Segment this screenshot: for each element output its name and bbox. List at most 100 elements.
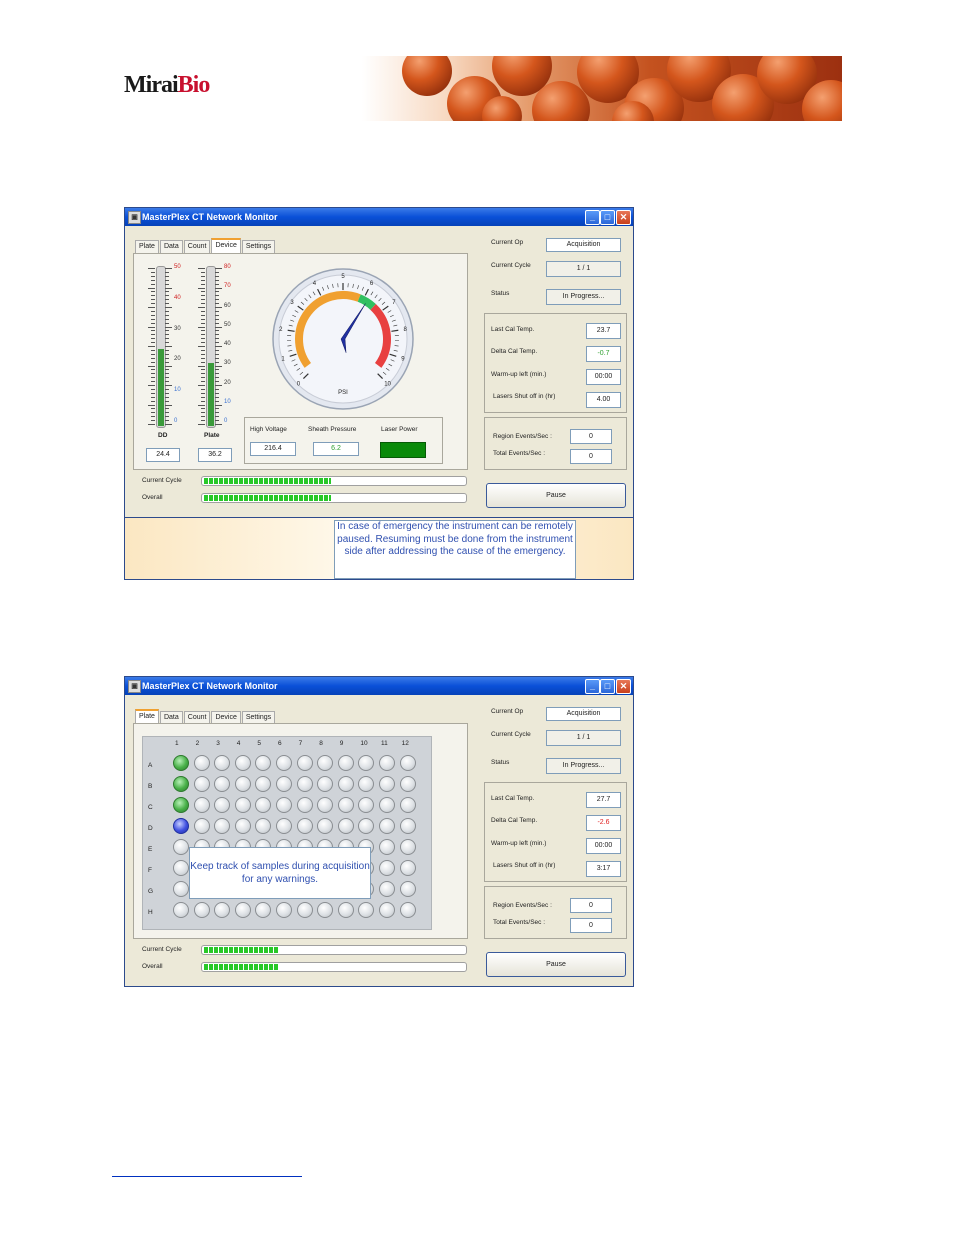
plate-well[interactable] [358,818,375,834]
thermometer-tick [165,349,169,351]
plate-well[interactable] [317,818,334,834]
thermometer-tick [201,322,205,324]
plate-well[interactable] [399,839,416,855]
thermometer-tick [165,307,172,308]
monitor-window-plate: ▣ MasterPlex CT Network Monitor _ □ ✕ Pl… [124,676,634,987]
plate-well[interactable] [276,797,292,813]
plate-well[interactable] [276,755,292,771]
plate-well[interactable] [255,797,272,813]
close-icon[interactable]: ✕ [616,210,631,225]
sheath-pressure-label: Sheath Pressure [308,426,357,433]
plate-well[interactable] [317,902,334,918]
plate-well[interactable] [379,776,395,792]
thermometer-tick [198,404,205,406]
plate-well[interactable] [399,797,416,813]
plate-well[interactable] [379,797,395,813]
plate-well[interactable] [173,902,189,918]
plate-well[interactable] [234,818,251,834]
total-events-value: 0 [570,449,612,464]
plate-well[interactable] [255,776,272,792]
plate-well[interactable] [379,860,395,876]
plate-well[interactable] [379,881,395,897]
plate-well[interactable] [234,797,251,813]
thermometer-tick [215,365,222,367]
app-icon: ▣ [128,211,141,224]
minimize-icon[interactable]: _ [585,679,600,694]
plate-well[interactable] [214,902,231,918]
plate-well[interactable] [173,797,189,813]
window-titlebar[interactable]: ▣ MasterPlex CT Network Monitor _ □ ✕ [125,208,633,226]
plate-well[interactable] [296,776,313,792]
maximize-icon[interactable]: □ [600,210,615,225]
plate-well[interactable] [255,755,272,771]
thermometer-tick [165,377,169,379]
current-cycle-label: Current Cycle [491,262,531,269]
plate-well[interactable] [317,776,334,792]
plate-well[interactable] [337,776,354,792]
current-cycle-value: 1 / 1 [546,730,621,746]
plate-well[interactable] [399,860,416,876]
plate-well[interactable] [379,818,395,834]
thermometer-tick [215,330,219,332]
plate-well[interactable] [214,797,231,813]
plate-well[interactable] [234,776,251,792]
plate-well[interactable] [317,797,334,813]
plate-well[interactable] [255,818,272,834]
tab-plate[interactable]: Plate [135,240,159,253]
plate-well[interactable] [399,776,416,792]
plate-well[interactable] [276,902,292,918]
plate-well[interactable] [234,755,251,771]
plate-well[interactable] [399,881,416,897]
thermometer-tick [201,279,205,281]
tab-settings[interactable]: Settings [241,240,276,253]
plate-well[interactable] [399,755,416,771]
close-icon[interactable]: ✕ [616,679,631,694]
plate-well[interactable] [173,776,189,792]
plate-well[interactable] [296,755,313,771]
plate-well[interactable] [379,902,395,918]
plate-well[interactable] [379,755,395,771]
plate-well[interactable] [358,902,375,918]
plate-well[interactable] [193,755,210,771]
plate-well[interactable] [193,776,210,792]
maximize-icon[interactable]: □ [600,679,615,694]
pause-button[interactable]: Pause [486,952,626,977]
plate-well[interactable] [173,755,189,771]
plate-well[interactable] [296,818,313,834]
plate-well[interactable] [337,755,354,771]
plate-well[interactable] [337,797,354,813]
plate-well[interactable] [337,902,354,918]
thermometer-tick [151,388,155,390]
plate-well[interactable] [399,902,416,918]
plate-well[interactable] [276,818,292,834]
tab-data[interactable]: Data [159,240,183,253]
plate-well[interactable] [337,818,354,834]
plate-well[interactable] [296,797,313,813]
pause-button[interactable]: Pause [486,483,626,508]
plate-well[interactable] [379,839,395,855]
plate-well[interactable] [358,755,375,771]
plate-well[interactable] [358,776,375,792]
plate-well[interactable] [317,755,334,771]
plate-well[interactable] [296,902,313,918]
plate-well[interactable] [193,818,210,834]
plate-well[interactable] [173,860,189,876]
plate-well[interactable] [234,902,251,918]
plate-well[interactable] [173,839,189,855]
footer-link-underline[interactable] [112,1176,302,1177]
plate-well[interactable] [214,776,231,792]
plate-well[interactable] [214,755,231,771]
plate-well[interactable] [255,902,272,918]
plate-well[interactable] [173,881,189,897]
plate-well[interactable] [193,902,210,918]
plate-well[interactable] [214,818,231,834]
plate-well[interactable] [193,797,210,813]
tab-device[interactable]: Device [211,238,241,254]
plate-well[interactable] [276,776,292,792]
minimize-icon[interactable]: _ [585,210,600,225]
window-titlebar[interactable]: ▣ MasterPlex CT Network Monitor _ □ ✕ [125,677,633,695]
plate-well[interactable] [358,797,375,813]
plate-well[interactable] [173,818,189,834]
plate-well[interactable] [399,818,416,834]
tab-count[interactable]: Count [183,240,211,253]
